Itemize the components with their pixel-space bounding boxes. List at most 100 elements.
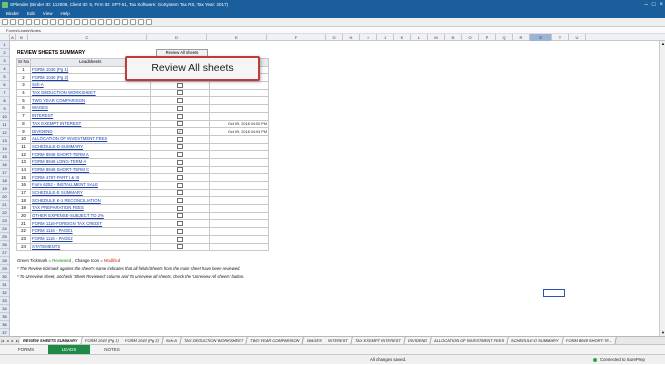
checkbox-icon[interactable] <box>176 90 183 96</box>
column-header-u[interactable]: U <box>569 34 586 41</box>
checkbox-icon[interactable] <box>176 113 183 119</box>
sheet-tab[interactable]: ALLOCATION OF INVESTMENT FEES <box>430 337 510 344</box>
checkbox-icon[interactable] <box>176 190 183 196</box>
checkbox-icon[interactable] <box>176 121 183 127</box>
leadsheet-link[interactable]: FORM 1116 - PAGE2 <box>29 234 151 244</box>
sheet-tab[interactable]: TAX EXEMPT INTEREST <box>351 337 406 344</box>
close-icon[interactable]: × <box>659 0 663 10</box>
column-header-l[interactable]: L <box>411 34 428 41</box>
column-header-e[interactable]: E <box>207 34 267 41</box>
column-header-m[interactable]: M <box>428 34 445 41</box>
sheet-tab[interactable]: TAX DEDUCTION WORKSHEET <box>180 337 249 344</box>
flag-icon[interactable] <box>98 19 104 25</box>
review-icon[interactable] <box>130 19 136 25</box>
sheet-tab[interactable]: INTEREST <box>324 337 354 344</box>
sheet-tab[interactable]: FORM 8949 SHORT-TE... <box>561 337 618 344</box>
column-header-j[interactable]: J <box>377 34 394 41</box>
row-header[interactable]: 26 <box>0 241 9 249</box>
leadsheet-link[interactable]: INTEREST <box>29 111 151 121</box>
leadsheet-link[interactable]: Sch-A <box>29 81 151 90</box>
leadsheet-link[interactable]: FORM 4797-PART I & III <box>29 173 151 182</box>
column-header-r[interactable]: R <box>513 34 530 41</box>
paste-icon[interactable] <box>74 19 80 25</box>
row-header[interactable]: 15 <box>0 153 9 161</box>
row-header[interactable]: 14 <box>0 145 9 153</box>
menu-edit[interactable]: Edit <box>27 10 35 18</box>
settings-icon[interactable] <box>122 19 128 25</box>
row-header[interactable]: 9 <box>0 105 9 113</box>
sheet-tab[interactable]: Sch-A <box>162 337 182 344</box>
undo-icon[interactable] <box>42 19 48 25</box>
leadsheet-link[interactable]: DIVIDEND <box>29 127 151 136</box>
link-icon[interactable] <box>106 19 112 25</box>
column-header-c[interactable]: C <box>28 34 147 41</box>
checkbox-icon[interactable] <box>176 136 183 142</box>
row-header[interactable]: 21 <box>0 201 9 209</box>
note-icon[interactable] <box>82 19 88 25</box>
row-header[interactable]: 6 <box>0 81 9 89</box>
row-header[interactable]: 32 <box>0 289 9 297</box>
row-header[interactable]: 18 <box>0 177 9 185</box>
column-header-i[interactable]: I <box>360 34 377 41</box>
row-header[interactable]: 1 <box>0 41 9 49</box>
row-header[interactable]: 5 <box>0 73 9 81</box>
column-header-f[interactable]: F <box>267 34 326 41</box>
column-header-b[interactable]: B <box>16 34 28 41</box>
row-header[interactable]: 17 <box>0 169 9 177</box>
leadsheet-link[interactable]: OTHER EXPENSE-SUBJECT TO 2% <box>29 211 151 221</box>
open-icon[interactable] <box>10 19 16 25</box>
checkbox-icon[interactable] <box>176 236 183 242</box>
leadsheet-link[interactable]: SCHEDULE-E SUMMARY <box>29 188 151 198</box>
leadsheet-link[interactable]: FORM 8949 SHORT-TERM C <box>29 165 151 175</box>
row-header[interactable]: 4 <box>0 65 9 73</box>
column-header-o[interactable]: O <box>462 34 479 41</box>
leadsheet-link[interactable]: FORM 8949 SHORT-TERM A <box>29 150 151 159</box>
lock-icon[interactable] <box>138 19 144 25</box>
checkbox-icon[interactable] <box>176 244 183 250</box>
column-header-n[interactable]: N <box>445 34 462 41</box>
row-header[interactable]: 3 <box>0 57 9 65</box>
checkbox-icon[interactable] <box>176 198 183 204</box>
find-icon[interactable] <box>34 19 40 25</box>
column-header-s[interactable]: S <box>530 34 552 41</box>
row-header[interactable]: 7 <box>0 89 9 97</box>
checkbox-icon[interactable] <box>176 205 183 211</box>
help-icon[interactable] <box>146 19 152 25</box>
row-header[interactable]: 16 <box>0 161 9 169</box>
refresh-icon[interactable] <box>26 19 32 25</box>
leadsheet-link[interactable]: FORM 1116-FOREIGN TAX CREDIT <box>29 219 151 229</box>
maximize-icon[interactable]: □ <box>652 0 656 10</box>
leadsheet-link[interactable]: TAX PREPARATION FEES <box>29 204 151 213</box>
row-header[interactable]: 25 <box>0 233 9 241</box>
checkbox-icon[interactable] <box>176 221 183 227</box>
scroll-down-icon[interactable]: ▼ <box>661 331 665 335</box>
tickmark-icon[interactable] <box>90 19 96 25</box>
menu-binder[interactable]: Binder <box>6 10 19 18</box>
minimize-icon[interactable]: – <box>645 0 648 10</box>
sheet-tab[interactable]: DIVIDEND <box>404 337 433 344</box>
column-header-t[interactable]: T <box>552 34 569 41</box>
checkbox-icon[interactable] <box>176 167 183 173</box>
sheet-tab[interactable]: REVIEW SHEETS SUMMARY <box>19 337 83 344</box>
checkbox-icon[interactable] <box>176 82 183 88</box>
column-header-g[interactable]: G <box>326 34 343 41</box>
row-header[interactable]: 31 <box>0 281 9 289</box>
column-header-d[interactable]: D <box>147 34 207 41</box>
checkbox-icon[interactable] <box>176 105 183 111</box>
column-header-h[interactable]: H <box>343 34 360 41</box>
checkbox-icon[interactable] <box>176 175 183 181</box>
print-icon[interactable] <box>18 19 24 25</box>
row-header[interactable]: 8 <box>0 97 9 105</box>
row-header[interactable]: 10 <box>0 113 9 121</box>
sheet-tab[interactable]: TWO YEAR COMPARISON <box>246 337 305 344</box>
checkmark-icon[interactable]: ✓ <box>176 128 183 134</box>
leadsheet-link[interactable]: TAX EXEMPT INTEREST <box>29 119 151 129</box>
leadsheet-link[interactable]: FORM 8949 LONG-TERM A <box>29 157 151 167</box>
checkbox-icon[interactable] <box>176 182 183 188</box>
checkbox-icon[interactable] <box>176 228 183 234</box>
checkbox-icon[interactable] <box>176 144 183 150</box>
row-header[interactable]: 13 <box>0 137 9 145</box>
row-header[interactable]: 28 <box>0 257 9 265</box>
leadsheet-link[interactable]: SCHEDULE K-1 RECONCILIATION <box>29 196 151 206</box>
leadsheet-link[interactable]: Form 6252 - INSTALLMENT SALE <box>29 181 151 190</box>
